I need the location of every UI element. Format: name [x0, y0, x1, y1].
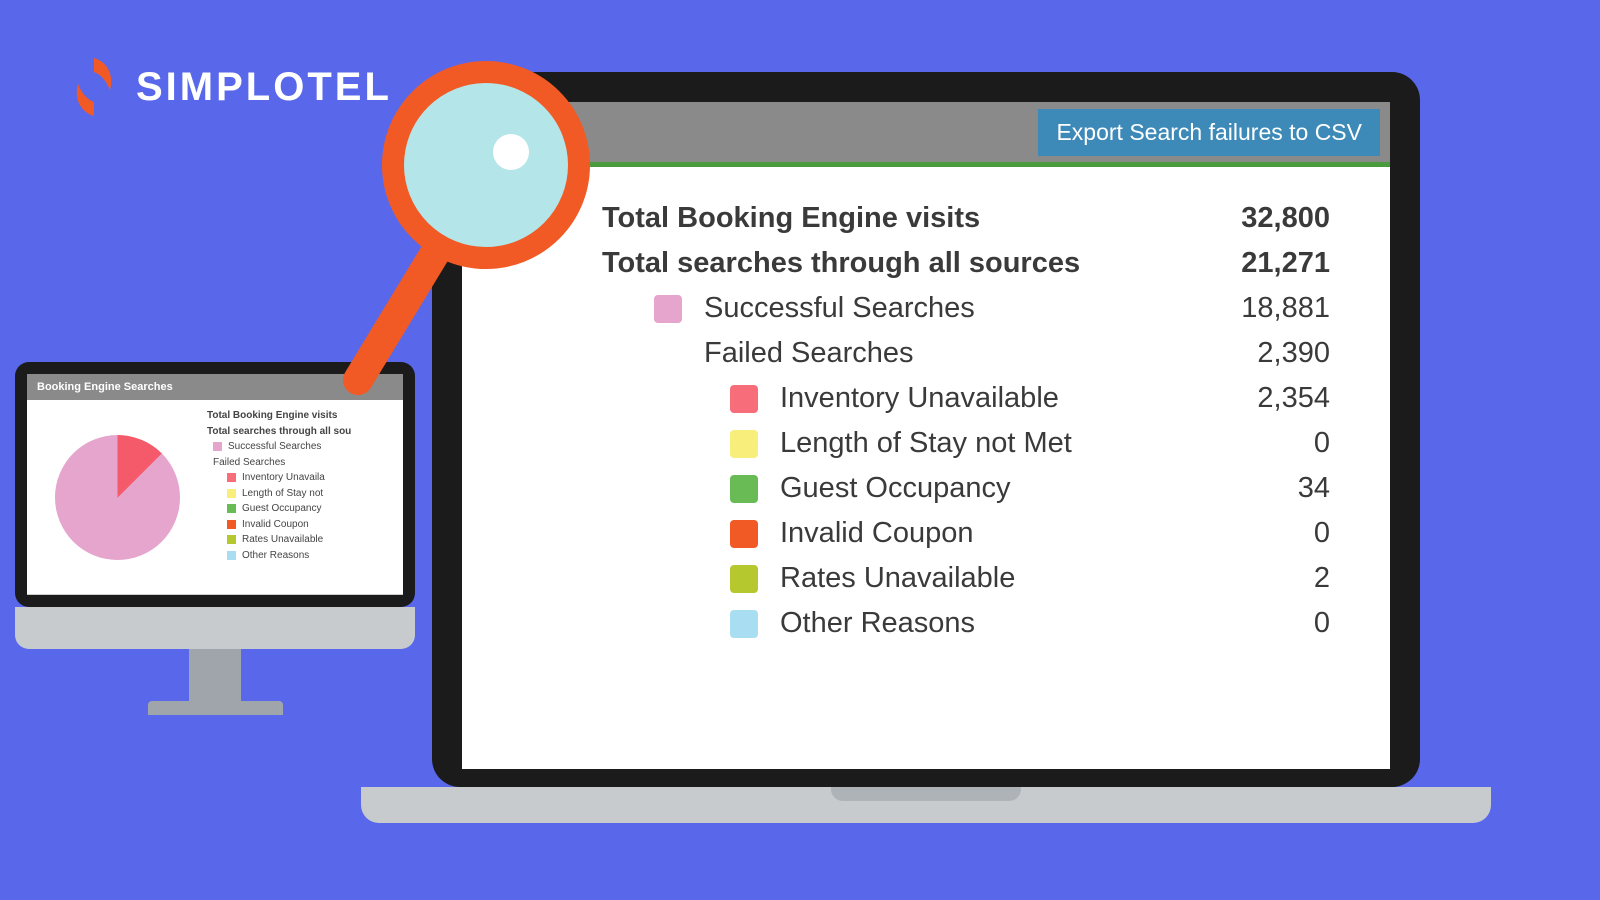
swatch-successful-icon: [654, 295, 682, 323]
swatch-icon: [730, 565, 758, 593]
reason-label: Rates Unavailable: [780, 562, 1015, 595]
swatch-icon: [227, 551, 236, 560]
total-searches-label: Total searches through all sources: [602, 247, 1080, 280]
reason-label: Invalid Coupon: [780, 517, 973, 550]
reason-value: 0: [1314, 517, 1330, 550]
imac-preview: Booking Engine Searches Total Booking En…: [15, 362, 415, 715]
imac-reason-row: Invalid Coupon: [207, 517, 403, 533]
reason-value: 0: [1314, 607, 1330, 640]
imac-reason-row: Rates Unavailable: [207, 532, 403, 548]
imac-reason-label: Guest Occupancy: [242, 501, 321, 517]
reason-row: Other Reasons 0: [602, 607, 1330, 640]
swatch-icon: [730, 520, 758, 548]
swatch-icon: [227, 489, 236, 498]
imac-reason-row: Length of Stay not: [207, 486, 403, 502]
swatch-icon: [227, 535, 236, 544]
imac-failed-label: Failed Searches: [207, 455, 403, 471]
reason-value: 34: [1298, 472, 1330, 505]
reason-row: Invalid Coupon 0: [602, 517, 1330, 550]
imac-reason-label: Length of Stay not: [242, 486, 323, 502]
imac-reason-row: Inventory Unavaila: [207, 470, 403, 486]
reason-value: 2: [1314, 562, 1330, 595]
swatch-icon: [227, 473, 236, 482]
imac-total-visits-label: Total Booking Engine visits: [207, 408, 403, 424]
swatch-icon: [730, 430, 758, 458]
reason-label: Inventory Unavailable: [780, 382, 1059, 415]
swatch-icon: [730, 475, 758, 503]
laptop-topbar: Export Search failures to CSV: [462, 102, 1390, 162]
laptop-view: Export Search failures to CSV Total Book…: [432, 72, 1491, 823]
swatch-icon: [730, 385, 758, 413]
imac-reason-row: Guest Occupancy: [207, 501, 403, 517]
total-visits-value: 32,800: [1241, 202, 1330, 235]
total-visits-label: Total Booking Engine visits: [602, 202, 980, 235]
successful-value: 18,881: [1241, 292, 1330, 325]
imac-reason-label: Rates Unavailable: [242, 532, 323, 548]
imac-reason-label: Other Reasons: [242, 548, 309, 564]
brand-logo-icon: [70, 58, 118, 116]
successful-label: Successful Searches: [704, 292, 975, 325]
reason-value: 2,354: [1257, 382, 1330, 415]
reason-row: Rates Unavailable 2: [602, 562, 1330, 595]
failed-value: 2,390: [1257, 337, 1330, 370]
imac-header-title: Booking Engine Searches: [27, 374, 403, 400]
brand-name: SIMPLOTEL: [136, 65, 392, 110]
imac-reason-label: Inventory Unavaila: [242, 470, 325, 486]
reason-row: Inventory Unavailable 2,354: [602, 382, 1330, 415]
swatch-successful-icon: [213, 442, 222, 451]
total-searches-value: 21,271: [1241, 247, 1330, 280]
reason-row: Guest Occupancy 34: [602, 472, 1330, 505]
laptop-base: [361, 787, 1491, 823]
stats-content: Total Booking Engine visits 32,800 Total…: [462, 167, 1390, 672]
swatch-icon: [730, 610, 758, 638]
imac-legend: Total Booking Engine visits Total search…: [207, 400, 403, 594]
imac-total-searches-label: Total searches through all sou: [207, 424, 403, 440]
reason-label: Length of Stay not Met: [780, 427, 1072, 460]
imac-reason-label: Invalid Coupon: [242, 517, 309, 533]
reason-value: 0: [1314, 427, 1330, 460]
reason-row: Length of Stay not Met 0: [602, 427, 1330, 460]
reason-label: Other Reasons: [780, 607, 975, 640]
imac-reason-row: Other Reasons: [207, 548, 403, 564]
brand-logo: SIMPLOTEL: [70, 58, 392, 116]
imac-successful-label: Successful Searches: [228, 439, 321, 455]
reason-label: Guest Occupancy: [780, 472, 1011, 505]
failed-label: Failed Searches: [704, 337, 914, 370]
pie-chart: [55, 435, 180, 560]
export-csv-button[interactable]: Export Search failures to CSV: [1038, 109, 1380, 156]
swatch-icon: [227, 520, 236, 529]
swatch-icon: [227, 504, 236, 513]
